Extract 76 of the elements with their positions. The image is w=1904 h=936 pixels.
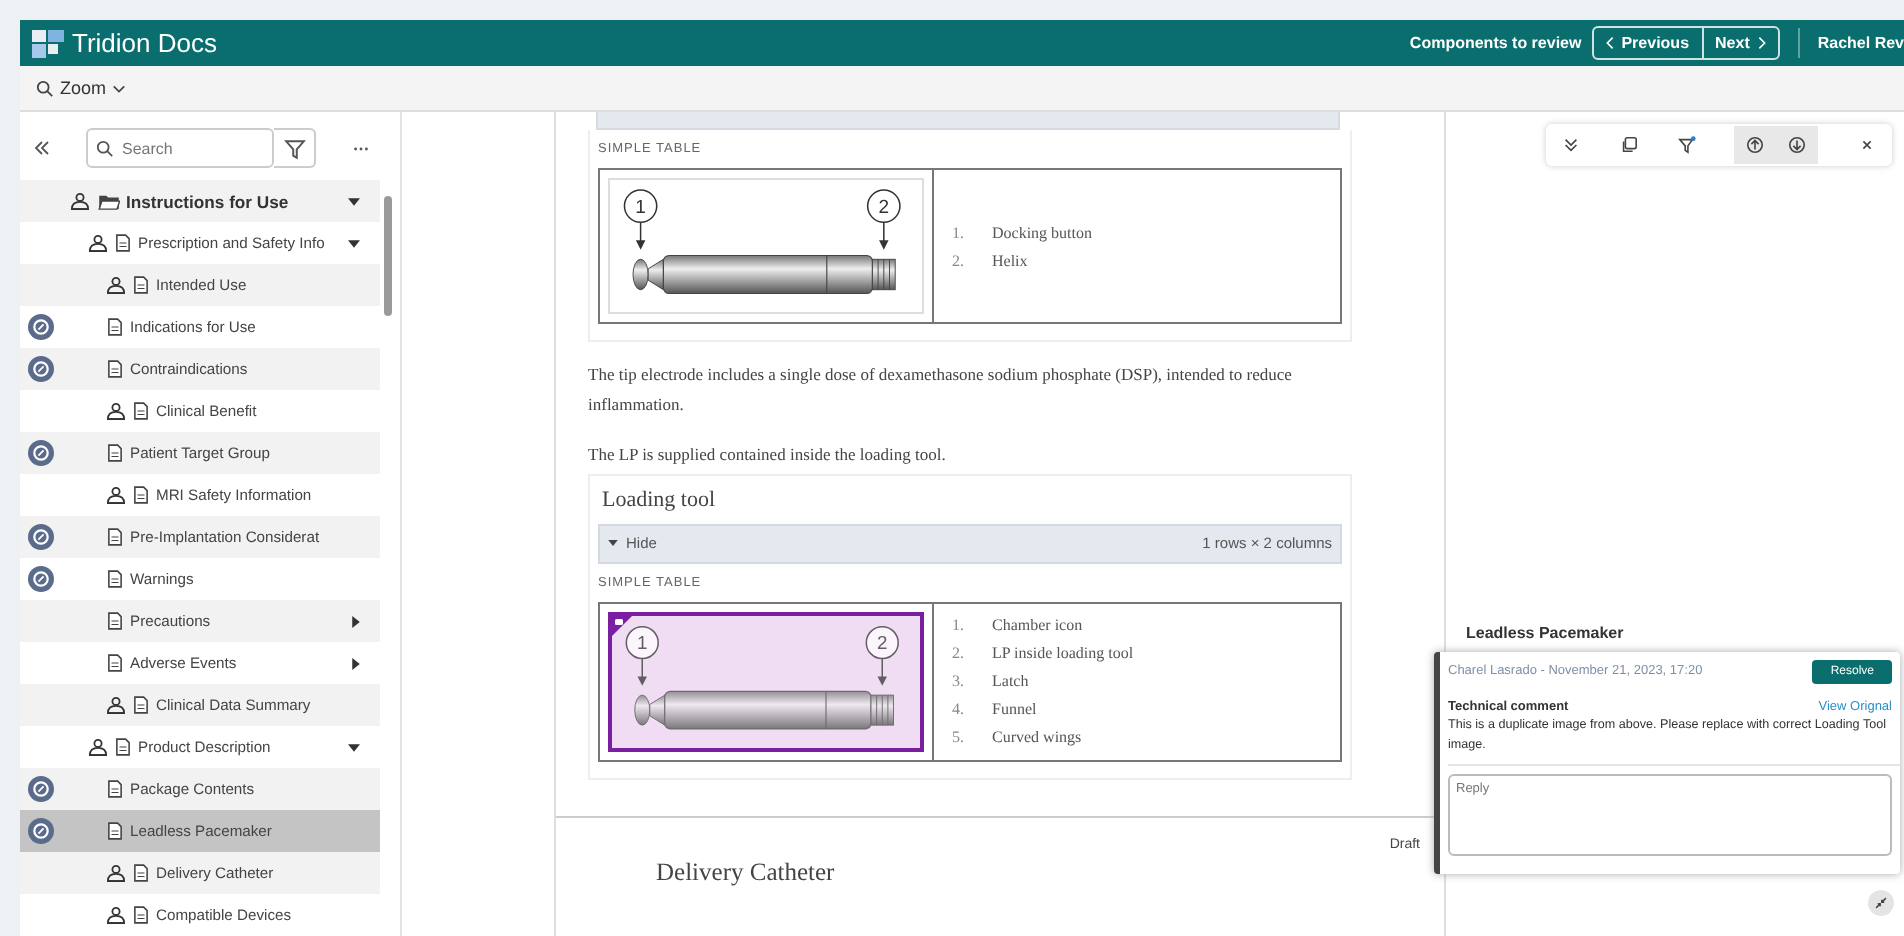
comment-icon[interactable]: [27, 566, 53, 592]
copy-icon[interactable]: [1619, 136, 1638, 154]
double-chevron-icon[interactable]: [1562, 136, 1580, 154]
document-icon: [108, 360, 122, 378]
list-item: Chamber icon: [992, 616, 1083, 635]
list-number: 5.: [952, 728, 966, 747]
comment-icon[interactable]: [27, 776, 53, 802]
comment-icon[interactable]: [27, 314, 53, 340]
list-item: Helix: [992, 251, 1028, 269]
caret-down-icon[interactable]: [348, 197, 360, 205]
document-icon: [134, 696, 148, 714]
search-icon: [36, 79, 54, 97]
caret-right-icon[interactable]: [352, 615, 360, 627]
list-item: Docking button: [992, 223, 1092, 241]
arrow-down-circle-icon[interactable]: [1788, 136, 1807, 154]
comment-icon[interactable]: [27, 524, 53, 550]
comment-icon[interactable]: [27, 818, 53, 844]
search-box[interactable]: Search: [86, 128, 274, 168]
list-number: 2.: [952, 251, 966, 269]
document-icon: [134, 864, 148, 882]
document-icon: [116, 234, 130, 252]
more-icon[interactable]: [352, 145, 370, 151]
list-item: Curved wings: [992, 728, 1082, 747]
topic-heading: Delivery Catheter: [656, 857, 837, 888]
close-icon[interactable]: [1858, 136, 1876, 154]
caret-right-icon[interactable]: [352, 657, 360, 669]
document-icon: [108, 318, 122, 336]
caret-down-icon: [608, 540, 618, 547]
document-icon: [108, 570, 122, 588]
topic-title: Leadless Pacemaker: [1464, 623, 1626, 646]
list-number: 2.: [952, 644, 966, 663]
filter-button[interactable]: [274, 128, 316, 168]
filter-icon: [283, 137, 305, 159]
comment-icon[interactable]: [27, 440, 53, 466]
paragraph: The tip electrode includes a single dose of dexamethasone sodium phosphate (DSP), intended to reduce inflammation.: [588, 362, 1294, 419]
app-title: Tridion Docs: [72, 28, 217, 58]
logo-icon: [32, 29, 64, 57]
paragraph: The LP is supplied contained inside the loading tool.: [588, 441, 948, 468]
chevron-left-icon: [1605, 36, 1614, 50]
tree-item[interactable]: Instructions for Use: [20, 180, 380, 222]
review-label: Components to review: [1409, 34, 1582, 52]
document-icon: [134, 402, 148, 420]
arrow-up-circle-icon[interactable]: [1746, 136, 1765, 154]
list-item: Latch: [992, 672, 1029, 691]
document-icon: [116, 738, 130, 756]
list-number: 3.: [952, 672, 966, 691]
collapse-arrows-icon[interactable]: [1868, 890, 1894, 916]
list-number: 1.: [952, 616, 966, 635]
folder-icon: [98, 193, 120, 209]
chevron-down-icon: [112, 83, 127, 93]
list-item: Funnel: [992, 700, 1037, 719]
document-icon: [134, 906, 148, 924]
zoom-menu[interactable]: Zoom: [36, 78, 127, 98]
document-icon: [108, 444, 122, 462]
caret-down-icon[interactable]: [348, 743, 360, 751]
user-name[interactable]: Rachel Rev: [1817, 34, 1904, 52]
previous-button[interactable]: Previous: [1593, 28, 1702, 58]
document-icon: [108, 780, 122, 798]
next-button[interactable]: Next: [1701, 28, 1778, 58]
document-icon: [108, 528, 122, 546]
chevron-right-icon: [1757, 36, 1766, 50]
caret-down-icon[interactable]: [348, 239, 360, 247]
list-item: LP inside loading tool: [992, 644, 1134, 663]
scrollbar[interactable]: [384, 196, 392, 316]
section-title: Loading tool: [600, 485, 718, 516]
document-icon: [108, 654, 122, 672]
list-number: 1.: [952, 223, 966, 241]
document-icon: [108, 612, 122, 630]
document-icon: [108, 822, 122, 840]
collapse-icon[interactable]: [32, 138, 52, 158]
document-icon: [134, 486, 148, 504]
comment-icon[interactable]: [27, 356, 53, 382]
list-number: 4.: [952, 700, 966, 719]
search-icon: [96, 139, 114, 157]
filter-icon[interactable]: [1677, 136, 1695, 154]
document-icon: [134, 276, 148, 294]
